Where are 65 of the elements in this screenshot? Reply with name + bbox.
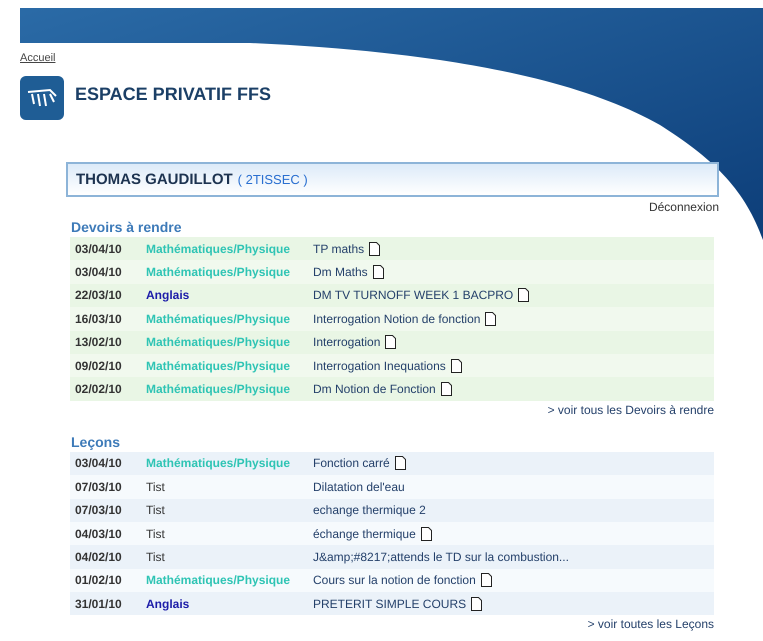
list-row[interactable]: 02/02/10 Mathématiques/Physique Dm Notion de Fonction [70,377,714,401]
date-text: 01/02/10 [75,573,123,588]
date-text: 02/02/10 [75,382,123,396]
item-title[interactable]: Dilatation del'eau [313,480,405,494]
date-text: 31/01/10 [75,596,123,611]
subject-text: Tist [146,526,166,541]
list-row[interactable]: 07/03/10 Tist Dilatation del'eau [70,475,714,499]
list-row[interactable]: 03/04/10 Mathématiques/Physique Dm Maths [70,260,714,284]
date-text: 16/03/10 [75,312,123,326]
logout-link[interactable]: Déconnexion [648,200,719,214]
list-row[interactable]: 31/01/10 Anglais PRETERIT SIMPLE COURS [70,592,714,616]
subject-text: Mathématiques/Physique [146,312,292,326]
subject-text: Tist [146,480,166,494]
list-row[interactable]: 16/03/10 Mathématiques/Physique Interrogation Notion de fonction [70,307,714,331]
list-row[interactable]: 04/02/10 Tist J&amp;#8217;attends le TD sur la combustion... [70,545,714,569]
list-row[interactable]: 13/02/10 Mathématiques/Physique Interrogation [70,330,714,354]
list-row[interactable]: 09/02/10 Mathématiques/Physique Interrogation Inequations [70,354,714,378]
subject-text: Tist [146,550,166,564]
subject-text: Mathématiques/Physique [146,242,292,256]
date-text: 04/03/10 [75,526,123,541]
subject-text: Anglais [146,288,190,302]
date-text: 04/02/10 [75,550,123,564]
subject-text: Mathématiques/Physique [146,456,292,470]
subject-text: Mathématiques/Physique [146,358,292,373]
date-text: 03/04/10 [75,265,123,280]
date-text: 22/03/10 [75,288,123,302]
home-link[interactable]: Accueil [20,52,56,64]
section-heading: Leçons [71,434,122,450]
item-title[interactable]: DM TV TURNOFF WEEK 1 BACPRO [313,288,514,302]
subject-text: Mathématiques/Physique [146,382,292,396]
item-title[interactable]: J&amp;#8217;attends le TD sur la combustion... [313,550,569,564]
subject-text: Mathématiques/Physique [146,335,292,350]
date-text: 07/03/10 [75,480,123,494]
item-title[interactable]: Interrogation [313,335,380,350]
item-title[interactable]: PRETERIT SIMPLE COURS [313,596,466,611]
item-title[interactable]: TP maths [313,242,364,256]
see-all-link[interactable]: > voir toutes les Leçons [588,617,714,632]
section-heading: Devoirs à rendre [71,219,182,235]
list-row[interactable]: 07/03/10 Tist echange thermique 2 [70,498,714,522]
item-title[interactable]: Interrogation Inequations [313,358,446,373]
date-text: 03/04/10 [75,242,123,256]
date-text: 13/02/10 [75,335,123,350]
item-title[interactable]: Fonction carré [313,456,390,470]
item-title[interactable]: Dm Maths [313,265,368,280]
subject-text: Mathématiques/Physique [146,573,292,588]
list-row[interactable]: 04/03/10 Tist échange thermique [70,522,714,546]
subject-text: Tist [146,503,166,518]
date-text: 07/03/10 [75,503,123,518]
list-row[interactable]: 22/03/10 Anglais DM TV TURNOFF WEEK 1 BACPRO [70,284,714,308]
page-title: ESPACE PRIVATIF FFS [75,84,272,105]
date-text: 09/02/10 [75,358,123,373]
item-title[interactable]: Cours sur la notion de fonction [313,573,476,588]
student-name: THOMAS GAUDILLOT [76,171,233,188]
subject-text: Mathématiques/Physique [146,265,292,280]
subject-text: Anglais [146,596,190,611]
item-title[interactable]: échange thermique [313,526,416,541]
see-all-link[interactable]: > voir tous les Devoirs à rendre [548,402,714,417]
class-label: ( 2TISSEC ) [238,172,308,187]
item-title[interactable]: echange thermique 2 [313,503,426,518]
list-row[interactable]: 03/04/10 Mathématiques/Physique Fonction carré [70,452,714,476]
date-text: 03/04/10 [75,456,123,470]
item-title[interactable]: Dm Notion de Fonction [313,382,436,396]
list-row[interactable]: 03/04/10 Mathématiques/Physique TP maths [70,237,714,260]
item-title[interactable]: Interrogation Notion de fonction [313,312,480,326]
list-row[interactable]: 01/02/10 Mathématiques/Physique Cours sur la notion de fonction [70,568,714,592]
